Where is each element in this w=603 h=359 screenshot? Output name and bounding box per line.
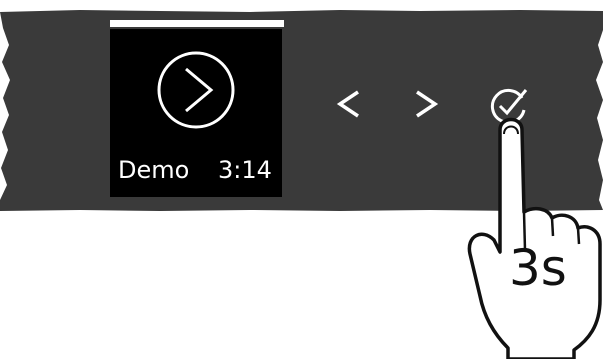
display-top-bar [110, 20, 284, 27]
control-panel [0, 10, 603, 211]
chevron-left-icon[interactable] [334, 84, 364, 124]
play-circle-icon[interactable] [155, 49, 237, 131]
appliance-control-illustration: Demo 3:14 3s [0, 0, 603, 359]
chevron-right-icon[interactable] [411, 84, 441, 124]
hold-duration-label: 3s [509, 239, 567, 297]
check-circle-icon[interactable] [486, 84, 530, 128]
program-time: 3:14 [218, 156, 272, 184]
program-name: Demo [118, 156, 190, 184]
